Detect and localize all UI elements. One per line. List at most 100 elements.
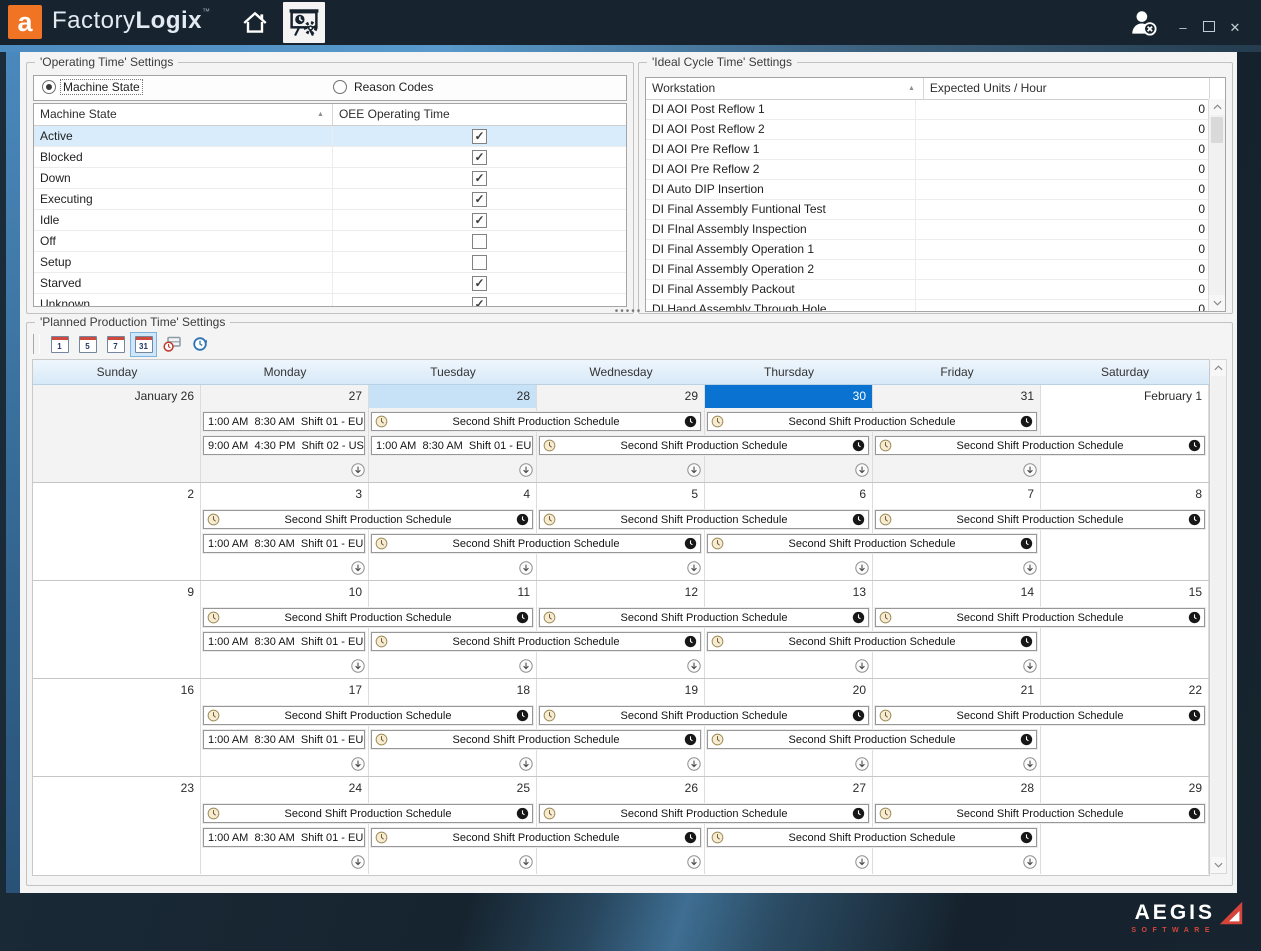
day-cell[interactable]: 5 — [537, 483, 705, 580]
column-header-workstation[interactable]: Workstation▲ — [646, 78, 924, 99]
oee-checkbox[interactable]: ✓ — [472, 276, 487, 291]
calendar-scroll-down-button[interactable] — [1211, 857, 1226, 873]
day-cell[interactable]: 17 — [201, 679, 369, 776]
event-second-shift-schedule[interactable]: Second Shift Production Schedule — [707, 412, 1037, 431]
more-events-button[interactable] — [687, 659, 701, 673]
day-cell[interactable]: 3 — [201, 483, 369, 580]
more-events-button[interactable] — [519, 463, 533, 477]
more-events-button[interactable] — [519, 855, 533, 869]
workstation-row[interactable]: DI Final Assembly Operation 20 — [646, 260, 1209, 280]
day-cell[interactable]: 29 — [537, 385, 705, 482]
day-cell[interactable]: 22 — [1041, 679, 1209, 776]
more-events-button[interactable] — [687, 855, 701, 869]
column-header-machine-state[interactable]: Machine State▲ — [34, 104, 333, 125]
week-view-button[interactable]: 7 — [102, 332, 129, 357]
event-second-shift-schedule[interactable]: Second Shift Production Schedule — [707, 730, 1037, 749]
event-second-shift-schedule[interactable]: Second Shift Production Schedule — [539, 510, 869, 529]
event-second-shift-schedule[interactable]: Second Shift Production Schedule — [707, 534, 1037, 553]
month-view-button[interactable]: 31 — [130, 332, 157, 357]
day-cell[interactable]: 6 — [705, 483, 873, 580]
more-events-button[interactable] — [1023, 855, 1037, 869]
day-cell[interactable]: 15 — [1041, 581, 1209, 678]
oee-checkbox[interactable]: ✓ — [472, 213, 487, 228]
oee-checkbox[interactable] — [472, 255, 487, 270]
more-events-button[interactable] — [519, 561, 533, 575]
more-events-button[interactable] — [1023, 757, 1037, 771]
event-shift[interactable]: 1:00 AM 8:30 AM Shift 01 - EU — [203, 730, 365, 749]
more-events-button[interactable] — [687, 463, 701, 477]
oee-checkbox[interactable]: ✓ — [472, 129, 487, 144]
day-cell[interactable]: 18 — [369, 679, 537, 776]
machine-state-row[interactable]: Blocked✓ — [34, 147, 626, 168]
user-logout-button[interactable] — [1126, 6, 1162, 40]
maximize-button[interactable] — [1198, 18, 1220, 38]
event-second-shift-schedule[interactable]: Second Shift Production Schedule — [371, 828, 701, 847]
day-cell[interactable]: 7 — [873, 483, 1041, 580]
scroll-up-button[interactable] — [1209, 99, 1225, 115]
workstation-row[interactable]: DI AOI Post Reflow 20 — [646, 120, 1209, 140]
workstation-row[interactable]: DI AOI Post Reflow 10 — [646, 100, 1209, 120]
oee-checkbox[interactable]: ✓ — [472, 192, 487, 207]
event-second-shift-schedule[interactable]: Second Shift Production Schedule — [707, 828, 1037, 847]
day-cell[interactable]: 27 — [201, 385, 369, 482]
machine-state-row[interactable]: Idle✓ — [34, 210, 626, 231]
event-second-shift-schedule[interactable]: Second Shift Production Schedule — [539, 608, 869, 627]
more-events-button[interactable] — [855, 757, 869, 771]
more-events-button[interactable] — [351, 463, 365, 477]
event-second-shift-schedule[interactable]: Second Shift Production Schedule — [203, 706, 533, 725]
event-second-shift-schedule[interactable]: Second Shift Production Schedule — [203, 804, 533, 823]
workstation-row[interactable]: DI Final Assembly Funtional Test0 — [646, 200, 1209, 220]
more-events-button[interactable] — [855, 659, 869, 673]
day-cell[interactable]: 8 — [1041, 483, 1209, 580]
column-header-expected-units[interactable]: Expected Units / Hour — [924, 78, 1209, 99]
event-shift[interactable]: 1:00 AM 8:30 AM Shift 01 - EU — [203, 632, 365, 651]
scroll-thumb[interactable] — [1211, 117, 1223, 143]
day-cell[interactable]: 11 — [369, 581, 537, 678]
radio-machine-state[interactable]: Machine State — [42, 80, 142, 94]
day-cell[interactable]: 26 — [537, 777, 705, 874]
more-events-button[interactable] — [855, 561, 869, 575]
workstation-row[interactable]: DI AOI Pre Reflow 20 — [646, 160, 1209, 180]
event-second-shift-schedule[interactable]: Second Shift Production Schedule — [539, 706, 869, 725]
event-shift[interactable]: 1:00 AM 8:30 AM Shift 01 - EU — [203, 412, 365, 431]
more-events-button[interactable] — [351, 561, 365, 575]
day-cell[interactable]: 16 — [33, 679, 201, 776]
day-cell[interactable]: 13 — [705, 581, 873, 678]
event-second-shift-schedule[interactable]: Second Shift Production Schedule — [539, 804, 869, 823]
day-cell[interactable]: 19 — [537, 679, 705, 776]
day-cell[interactable]: 14 — [873, 581, 1041, 678]
day-cell[interactable]: 29 — [1041, 777, 1209, 874]
event-second-shift-schedule[interactable]: Second Shift Production Schedule — [371, 632, 701, 651]
machine-state-row[interactable]: Unknown✓ — [34, 294, 626, 307]
event-shift[interactable]: 1:00 AM 8:30 AM Shift 01 - EU — [371, 436, 533, 455]
calendar-scrollbar[interactable] — [1211, 359, 1227, 874]
event-second-shift-schedule[interactable]: Second Shift Production Schedule — [875, 436, 1205, 455]
oee-checkbox[interactable]: ✓ — [472, 171, 487, 186]
event-shift[interactable]: 1:00 AM 8:30 AM Shift 01 - EU — [203, 828, 365, 847]
oee-settings-button[interactable] — [283, 2, 325, 43]
day-cell[interactable]: 20 — [705, 679, 873, 776]
day-cell[interactable]: 28 — [369, 385, 537, 482]
day-cell[interactable]: 28 — [873, 777, 1041, 874]
event-second-shift-schedule[interactable]: Second Shift Production Schedule — [875, 510, 1205, 529]
event-second-shift-schedule[interactable]: Second Shift Production Schedule — [371, 412, 701, 431]
machine-state-row[interactable]: Executing✓ — [34, 189, 626, 210]
event-shift[interactable]: 1:00 AM 8:30 AM Shift 01 - EU — [203, 534, 365, 553]
more-events-button[interactable] — [351, 855, 365, 869]
day-cell[interactable]: 31 — [873, 385, 1041, 482]
column-header-oee-operating-time[interactable]: OEE Operating Time — [333, 104, 626, 125]
day-cell[interactable]: 25 — [369, 777, 537, 874]
more-events-button[interactable] — [519, 757, 533, 771]
event-second-shift-schedule[interactable]: Second Shift Production Schedule — [371, 730, 701, 749]
more-events-button[interactable] — [351, 659, 365, 673]
workstation-row[interactable]: DI Final Assembly Operation 10 — [646, 240, 1209, 260]
minimize-button[interactable]: – — [1172, 18, 1194, 38]
machine-state-row[interactable]: Down✓ — [34, 168, 626, 189]
day-cell[interactable]: 4 — [369, 483, 537, 580]
machine-state-row[interactable]: Off — [34, 231, 626, 252]
day-cell[interactable]: 27 — [705, 777, 873, 874]
work-week-view-button[interactable]: 5 — [74, 332, 101, 357]
event-second-shift-schedule[interactable]: Second Shift Production Schedule — [371, 534, 701, 553]
more-events-button[interactable] — [855, 855, 869, 869]
event-second-shift-schedule[interactable]: Second Shift Production Schedule — [203, 510, 533, 529]
